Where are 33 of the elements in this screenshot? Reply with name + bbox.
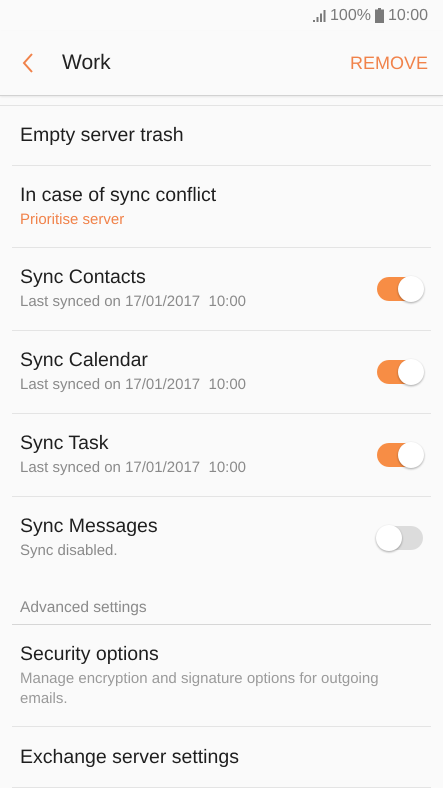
settings-item[interactable]: Sync Calendar Last synced on 17/01/2017 10:00 bbox=[12, 331, 431, 414]
item-subtitle: Manage encryption and signature options for outgoing emails. bbox=[20, 669, 380, 708]
item-subtitle: Last synced on 17/01/2017 10:00 bbox=[20, 375, 248, 395]
item-title: Sync Calendar bbox=[20, 349, 149, 372]
battery-icon bbox=[374, 8, 384, 24]
item-subtitle: Last synced on 17/01/2017 10:00 bbox=[20, 292, 248, 312]
item-title: Sync Contacts bbox=[20, 266, 147, 290]
toggle-switch[interactable] bbox=[377, 443, 423, 467]
item-title: In case of sync conflict bbox=[20, 184, 218, 207]
item-subtitle: Last synced on 17/01/2017 10:00 bbox=[20, 458, 248, 478]
toggle-switch[interactable] bbox=[377, 360, 423, 384]
item-title: Empty server trash bbox=[20, 124, 185, 147]
page-title: Work bbox=[62, 51, 112, 76]
clock: 10:00 bbox=[388, 6, 428, 25]
item-title: Exchange server settings bbox=[20, 746, 240, 768]
settings-item[interactable]: Sync Contacts Last synced on 17/01/2017 10:00 bbox=[12, 248, 431, 331]
chevron-left-icon bbox=[22, 52, 34, 74]
settings-item[interactable]: Empty server trash bbox=[12, 106, 431, 166]
settings-item[interactable]: Security options Manage encryption and signature options for outgoing emails. bbox=[12, 625, 431, 727]
signal-icon bbox=[312, 8, 326, 23]
settings-item[interactable]: Exchange server settings bbox=[12, 727, 431, 788]
item-title: Security options bbox=[20, 643, 160, 666]
item-value: Prioritise server bbox=[20, 210, 126, 230]
settings-item[interactable]: Sync Task Last synced on 17/01/2017 10:00 bbox=[12, 414, 431, 497]
toggle-switch[interactable] bbox=[377, 277, 423, 301]
item-title: Sync Task bbox=[20, 432, 110, 456]
battery-percent: 100% bbox=[330, 6, 371, 25]
settings-item[interactable]: Sync Messages Sync disabled. bbox=[12, 497, 431, 580]
item-subtitle: Sync disabled. bbox=[20, 541, 119, 561]
settings-item[interactable]: In case of sync conflict Prioritise server bbox=[12, 166, 431, 248]
item-title: Sync Messages bbox=[20, 515, 159, 538]
toggle-switch[interactable] bbox=[377, 526, 423, 550]
section-header: Advanced settings bbox=[20, 598, 147, 617]
